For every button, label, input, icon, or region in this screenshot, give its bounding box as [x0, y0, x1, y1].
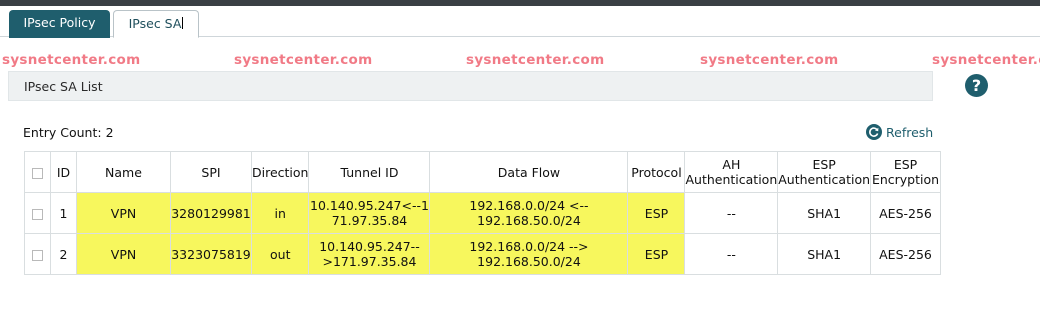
- data-flow-line2: 192.168.50.0/24: [477, 254, 581, 269]
- entry-count: Entry Count: 2: [23, 125, 114, 140]
- data-flow-line1: 192.168.0.0/24 -->: [469, 239, 589, 254]
- text-cursor: [182, 17, 184, 29]
- table-header-row: ID Name SPI Direction Tunnel ID Data Flo…: [24, 151, 942, 193]
- ipsec-sa-table: ID Name SPI Direction Tunnel ID Data Flo…: [24, 151, 942, 275]
- cell-id: 2: [50, 233, 77, 275]
- row-checkbox[interactable]: [32, 208, 43, 220]
- row-select-cell: [24, 233, 51, 275]
- tab-bar: IPsec Policy IPsec SA: [0, 6, 1040, 38]
- header-data-flow: Data Flow: [429, 151, 629, 193]
- cell-tunnel-id: 10.140.95.247<--1 71.97.35.84: [308, 192, 431, 234]
- watermark: sysnetcenter.com: [700, 52, 839, 68]
- cell-data-flow: 192.168.0.0/24 <-- 192.168.50.0/24: [429, 192, 629, 234]
- tab-ipsec-sa-label: IPsec SA: [128, 16, 182, 31]
- select-all-checkbox[interactable]: [32, 167, 43, 179]
- header-spi: SPI: [170, 151, 252, 193]
- cell-protocol: ESP: [627, 233, 686, 275]
- header-ah-line1: AH: [722, 157, 741, 172]
- header-protocol: Protocol: [627, 151, 686, 193]
- header-ah-authentication: AH Authentication: [684, 151, 779, 193]
- watermark: sysnetcenter.com: [234, 52, 373, 68]
- select-all-cell: [24, 151, 51, 193]
- refresh-label: Refresh: [886, 125, 934, 140]
- tunnel-id-line1: 10.140.95.247<--1: [310, 198, 429, 213]
- entry-count-value: 2: [105, 125, 114, 140]
- header-esp-auth-line1: ESP: [812, 157, 836, 172]
- cell-spi: 3323075819: [170, 233, 252, 275]
- entry-count-label: Entry Count:: [23, 125, 102, 140]
- watermark: sysnetcenter.com: [932, 52, 1040, 68]
- data-flow-line2: 192.168.50.0/24: [477, 213, 581, 228]
- watermark: sysnetcenter.com: [2, 52, 141, 68]
- cell-esp-authentication: SHA1: [777, 192, 872, 234]
- section-header: IPsec SA List: [8, 71, 933, 101]
- cell-direction: out: [250, 233, 310, 275]
- watermark: sysnetcenter.com: [466, 52, 605, 68]
- cell-protocol: ESP: [627, 192, 686, 234]
- cell-direction: in: [250, 192, 310, 234]
- row-select-cell: [24, 192, 51, 234]
- header-tunnel-id: Tunnel ID: [308, 151, 431, 193]
- tunnel-id-line2: 71.97.35.84: [331, 213, 408, 228]
- header-esp-auth-line2: Authentication: [778, 172, 871, 187]
- cell-ah-authentication: --: [684, 233, 779, 275]
- cell-esp-encryption: AES-256: [870, 192, 942, 234]
- header-esp-enc-line2: Encryption: [871, 172, 940, 187]
- row-checkbox[interactable]: [32, 249, 43, 261]
- tunnel-id-line1: 10.140.95.247--: [319, 239, 420, 254]
- table-row: 2 VPN 3323075819 out 10.140.95.247-- >171…: [24, 233, 942, 275]
- tab-ipsec-policy[interactable]: IPsec Policy: [9, 10, 110, 38]
- question-mark-icon[interactable]: ?: [965, 74, 988, 97]
- cell-data-flow: 192.168.0.0/24 --> 192.168.50.0/24: [429, 233, 629, 275]
- cell-esp-encryption: AES-256: [870, 233, 942, 275]
- cell-id: 1: [50, 192, 77, 234]
- header-esp-enc-line1: ESP: [893, 157, 918, 172]
- header-direction: Direction: [250, 151, 310, 193]
- refresh-icon: [866, 124, 882, 140]
- cell-name: VPN: [76, 233, 171, 275]
- tab-ipsec-sa[interactable]: IPsec SA: [113, 10, 199, 38]
- header-id: ID: [50, 151, 77, 193]
- data-flow-line1: 192.168.0.0/24 <--: [469, 198, 589, 213]
- header-ah-line2: Authentication: [685, 172, 778, 187]
- cell-name: VPN: [76, 192, 171, 234]
- cell-ah-authentication: --: [684, 192, 779, 234]
- header-name: Name: [76, 151, 171, 193]
- cell-spi: 3280129981: [170, 192, 252, 234]
- cell-tunnel-id: 10.140.95.247-- >171.97.35.84: [308, 233, 431, 275]
- refresh-button[interactable]: Refresh: [866, 124, 933, 142]
- section-title: IPsec SA List: [24, 79, 103, 94]
- table-row: 1 VPN 3280129981 in 10.140.95.247<--1 71.…: [24, 192, 942, 234]
- header-esp-authentication: ESP Authentication: [777, 151, 872, 193]
- cell-esp-authentication: SHA1: [777, 233, 872, 275]
- header-esp-encryption: ESP Encryption: [870, 151, 942, 193]
- tunnel-id-line2: >171.97.35.84: [322, 254, 417, 269]
